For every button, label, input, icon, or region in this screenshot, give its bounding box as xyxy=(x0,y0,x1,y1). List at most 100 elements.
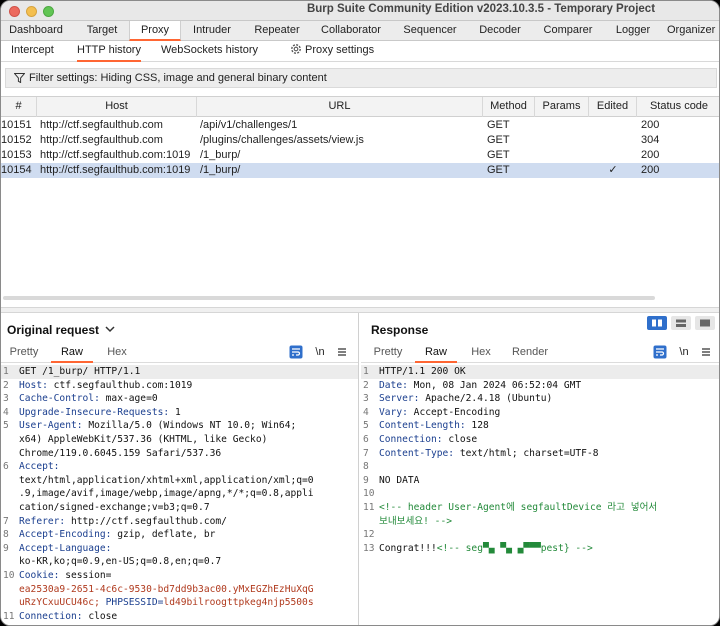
cookie-name: PHPSESSID= xyxy=(99,597,164,609)
column-header-url[interactable]: URL xyxy=(197,97,483,117)
line-number: 9 xyxy=(363,474,369,486)
line-text: Connection: close xyxy=(19,610,117,624)
window-title: Burp Suite Community Edition v2023.10.3.… xyxy=(306,3,656,15)
table-row[interactable]: 10151 http://ctf.segfaulthub.com /api/v1… xyxy=(1,118,719,133)
header-name: Server: xyxy=(379,393,420,405)
line-text: Accept: xyxy=(19,460,59,474)
layout-tabs-icon[interactable] xyxy=(695,316,715,330)
proxy-settings-button[interactable]: Proxy settings xyxy=(290,41,374,62)
header-value: ko-KR,ko;q=0.9,en-US;q=0.8,en;q=0.7 xyxy=(19,556,222,568)
code-line: x64) AppleWebKit/537.36 (KHTML, like Gec… xyxy=(1,433,358,447)
line-text: Accept-Encoding: gzip, deflate, br xyxy=(19,528,215,542)
request-tab-raw[interactable]: Raw xyxy=(51,343,93,363)
line-text: Date: Mon, 08 Jan 2024 06:52:04 GMT xyxy=(379,379,581,393)
table-row[interactable]: 10153 http://ctf.segfaulthub.com:1019 /1… xyxy=(1,148,719,163)
tab-dashboard[interactable]: Dashboard xyxy=(5,21,67,41)
row-host: http://ctf.segfaulthub.com xyxy=(40,134,163,146)
header-value: http://ctf.segfaulthub.com/ xyxy=(65,515,227,527)
line-text: Referer: http://ctf.segfaulthub.com/ xyxy=(19,515,227,529)
tab-proxy[interactable]: Proxy xyxy=(129,21,181,41)
menu-icon[interactable] xyxy=(699,345,713,359)
cookie-value: ld49bilroogttpkeg4njp5500s xyxy=(163,597,314,609)
tab-intruder[interactable]: Intruder xyxy=(185,21,239,41)
header-name: Host: xyxy=(19,379,48,391)
response-tab-raw[interactable]: Raw xyxy=(415,343,457,363)
column-header-status-code[interactable]: Status code xyxy=(637,97,719,117)
maximize-window-button[interactable] xyxy=(43,6,54,17)
response-tab-render[interactable]: Render xyxy=(507,343,553,363)
code-line: 4 Vary: Accept-Encoding xyxy=(361,406,719,420)
html-comment: <!-- header User-Agent에 segfaultDevice 라… xyxy=(379,501,658,513)
request-tab-pretty[interactable]: Pretty xyxy=(5,343,43,363)
header-value: session= xyxy=(59,569,112,581)
line-text: Content-Type: text/html; charset=UTF-8 xyxy=(379,447,599,461)
filter-settings-bar[interactable]: Filter settings: Hiding CSS, image and g… xyxy=(5,68,717,88)
gear-icon xyxy=(291,44,301,54)
code-line: Chrome/119.0.6045.159 Safari/537.36 xyxy=(1,447,358,461)
code-line: 5 Content-Length: 128 xyxy=(361,419,719,433)
line-number: 4 xyxy=(3,406,9,418)
response-editor[interactable]: 1 HTTP/1.1 200 OK 2 Date: Mon, 08 Jan 2024 … xyxy=(361,365,719,555)
table-row-selected[interactable]: 10154 http://ctf.segfaulthub.com:1019 /1… xyxy=(1,163,719,178)
tab-decoder[interactable]: Decoder xyxy=(471,21,529,41)
line-number: 7 xyxy=(363,447,369,459)
code-line: 7 Content-Type: text/html; charset=UTF-8 xyxy=(361,447,719,461)
column-header-params[interactable]: Params xyxy=(535,97,589,117)
table-horizontal-scrollbar[interactable] xyxy=(3,296,655,300)
line-number: 13 xyxy=(363,542,375,554)
code-line: 7 Referer: http://ctf.segfaulthub.com/ xyxy=(1,515,358,529)
layout-side-by-side-icon[interactable] xyxy=(647,316,667,330)
word-wrap-icon[interactable] xyxy=(653,345,667,359)
filter-icon xyxy=(14,73,25,84)
response-tab-pretty[interactable]: Pretty xyxy=(369,343,407,363)
line-number: 6 xyxy=(363,433,369,445)
line-number: 8 xyxy=(363,461,369,473)
response-pane-title: Response xyxy=(371,323,429,337)
newline-toggle[interactable]: \n xyxy=(675,343,693,363)
code-line: 1 GET /1_burp/ HTTP/1.1 xyxy=(1,365,358,379)
header-value: gzip, deflate, br xyxy=(111,529,216,541)
burp-window: Burp Suite Community Edition v2023.10.3.… xyxy=(0,0,720,626)
code-line: 4 Upgrade-Insecure-Requests: 1 xyxy=(1,406,358,420)
cookie-value: ea2530a9-2651-4c6c-9530-bd7dd9b3ac00.yMx… xyxy=(19,583,314,595)
word-wrap-icon[interactable] xyxy=(289,345,303,359)
table-row[interactable]: 10152 http://ctf.segfaulthub.com /plugin… xyxy=(1,133,719,148)
layout-stacked-icon[interactable] xyxy=(671,316,691,330)
request-editor[interactable]: 1 GET /1_burp/ HTTP/1.1 2 Host: ctf.segfaul… xyxy=(1,365,358,623)
proxy-settings-label: Proxy settings xyxy=(305,44,375,56)
line-number: 11 xyxy=(3,610,15,622)
tab-organizer[interactable]: Organizer xyxy=(667,21,719,41)
code-line: 12 xyxy=(361,528,719,542)
column-header-method[interactable]: Method xyxy=(483,97,535,117)
menu-icon[interactable] xyxy=(335,345,349,359)
request-pane-title-dropdown[interactable]: Original request xyxy=(7,323,115,337)
tab-logger[interactable]: Logger xyxy=(605,21,661,41)
close-window-button[interactable] xyxy=(9,6,20,17)
line-number: 10 xyxy=(3,569,15,581)
code-line: text/html,application/xhtml+xml,applicat… xyxy=(1,474,358,488)
header-value: x64) AppleWebKit/537.36 (KHTML, like Gec… xyxy=(19,433,268,445)
line-text: Connection: close xyxy=(379,433,477,447)
column-header-host[interactable]: Host xyxy=(37,97,197,117)
line-text: <!-- header User-Agent에 segfaultDevice 라… xyxy=(379,501,657,515)
code-line: 3 Server: Apache/2.4.18 (Ubuntu) xyxy=(361,392,719,406)
newline-toggle[interactable]: \n xyxy=(311,343,329,363)
subtab-websockets-history[interactable]: WebSockets history xyxy=(161,41,258,62)
tab-collaborator[interactable]: Collaborator xyxy=(313,21,389,41)
tab-repeater[interactable]: Repeater xyxy=(247,21,307,41)
code-line: 8 Accept-Encoding: gzip, deflate, br xyxy=(1,528,358,542)
code-line: .9,image/avif,image/webp,image/apng,*/*;… xyxy=(1,487,358,501)
tab-target[interactable]: Target xyxy=(71,21,133,41)
line-text: HTTP/1.1 200 OK xyxy=(379,365,466,379)
tab-sequencer[interactable]: Sequencer xyxy=(395,21,465,41)
subtab-http-history[interactable]: HTTP history xyxy=(77,41,141,62)
column-header-number[interactable]: # xyxy=(1,97,37,117)
response-tab-hex[interactable]: Hex xyxy=(463,343,499,363)
line-text: Chrome/119.0.6045.159 Safari/537.36 xyxy=(19,447,221,461)
request-tab-hex[interactable]: Hex xyxy=(99,343,135,363)
column-header-edited[interactable]: Edited xyxy=(589,97,637,117)
subtab-intercept[interactable]: Intercept xyxy=(11,41,54,62)
tab-comparer[interactable]: Comparer xyxy=(535,21,601,41)
minimize-window-button[interactable] xyxy=(26,6,37,17)
row-status: 304 xyxy=(641,134,660,146)
